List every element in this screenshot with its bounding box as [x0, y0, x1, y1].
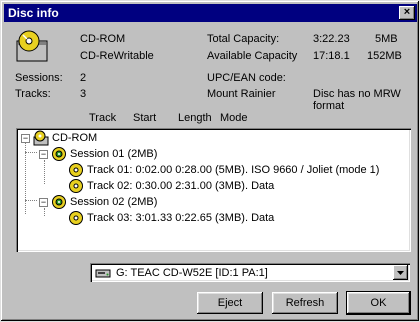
- available-capacity-time: 17:18.1: [313, 50, 350, 62]
- refresh-button[interactable]: Refresh: [272, 292, 338, 314]
- total-capacity-label: Total Capacity:: [207, 33, 280, 45]
- tree-item-session[interactable]: − Session 02 (2MB): [39, 194, 157, 210]
- sessions-label: Sessions:: [15, 72, 63, 84]
- window-title: Disc info: [8, 6, 59, 20]
- tracks-value: 3: [80, 88, 87, 100]
- column-header-mode: Mode: [220, 112, 248, 124]
- ok-button[interactable]: OK: [346, 291, 411, 315]
- tracks-label: Tracks:: [15, 88, 51, 100]
- track-icon: [69, 179, 83, 193]
- session-label: Session 01 (2MB): [70, 148, 158, 160]
- mount-rainier-value-line1: Disc has no MRW: [313, 88, 401, 100]
- track-icon: [69, 211, 83, 225]
- track-label: Track 03: 3:01.33 0:22.65 (3MB). Data: [87, 212, 275, 224]
- tree-item-track[interactable]: Track 02: 0:30.00 2:31.00 (3MB). Data: [68, 178, 274, 194]
- available-capacity-size: 152MB: [367, 50, 402, 62]
- track-tree[interactable]: − CD-ROM − Session 01 (2MB) Track 01: 0:…: [16, 128, 411, 252]
- mount-rainier-label: Mount Rainier: [207, 88, 276, 100]
- total-capacity-size: 5MB: [375, 33, 398, 45]
- column-header-start: Start: [133, 112, 157, 124]
- tree-connector: [44, 160, 45, 184]
- column-header-length: Length: [178, 112, 212, 124]
- track-label: Track 01: 0:02.00 0:28.00 (5MB). ISO 966…: [87, 164, 380, 176]
- dropdown-arrow-icon[interactable]: [393, 265, 408, 280]
- ok-button-label: OK: [370, 297, 387, 309]
- session-label: Session 02 (2MB): [70, 196, 158, 208]
- drive-icon: [95, 269, 111, 277]
- refresh-button-label: Refresh: [285, 297, 325, 309]
- collapse-icon[interactable]: −: [21, 133, 30, 143]
- tree-item-session[interactable]: − Session 01 (2MB): [39, 146, 157, 162]
- mount-rainier-value-line2: format: [313, 100, 345, 112]
- disc-subtype: CD-ReWritable: [80, 50, 154, 62]
- track-icon: [69, 163, 83, 177]
- collapse-icon[interactable]: −: [39, 197, 48, 207]
- track-label: Track 02: 0:30.00 2:31.00 (3MB). Data: [87, 180, 275, 192]
- drive-select-value: G: TEAC CD-W52E [ID:1 PA:1]: [116, 266, 268, 279]
- tree-root-label: CD-ROM: [52, 132, 98, 144]
- sessions-value: 2: [80, 72, 87, 84]
- collapse-icon[interactable]: −: [39, 149, 48, 159]
- tree-item-root[interactable]: − CD-ROM: [21, 130, 97, 146]
- tree-connector: [25, 152, 37, 153]
- available-capacity-label: Available Capacity: [207, 50, 298, 62]
- title-bar: Disc info ×: [4, 4, 417, 22]
- eject-button[interactable]: Eject: [197, 292, 263, 314]
- close-button[interactable]: ×: [399, 6, 415, 20]
- disc-info-dialog: Disc info × CD-ROM CD-ReWritable Session…: [0, 0, 420, 322]
- session-icon: [52, 195, 66, 209]
- tree-item-track[interactable]: Track 03: 3:01.33 0:22.65 (3MB). Data: [68, 210, 274, 226]
- session-icon: [52, 147, 66, 161]
- eject-button-label: Eject: [217, 297, 243, 309]
- upc-label: UPC/EAN code:: [207, 72, 286, 84]
- cd-drive-icon: [33, 130, 49, 146]
- total-capacity-time: 3:22.23: [313, 33, 350, 45]
- tree-item-track[interactable]: Track 01: 0:02.00 0:28.00 (5MB). ISO 966…: [68, 162, 379, 178]
- tree-connector: [25, 200, 37, 201]
- cd-drive-icon: [16, 30, 48, 62]
- column-header-track: Track: [89, 112, 117, 124]
- drive-select[interactable]: G: TEAC CD-W52E [ID:1 PA:1]: [90, 263, 410, 282]
- disc-type: CD-ROM: [80, 33, 126, 45]
